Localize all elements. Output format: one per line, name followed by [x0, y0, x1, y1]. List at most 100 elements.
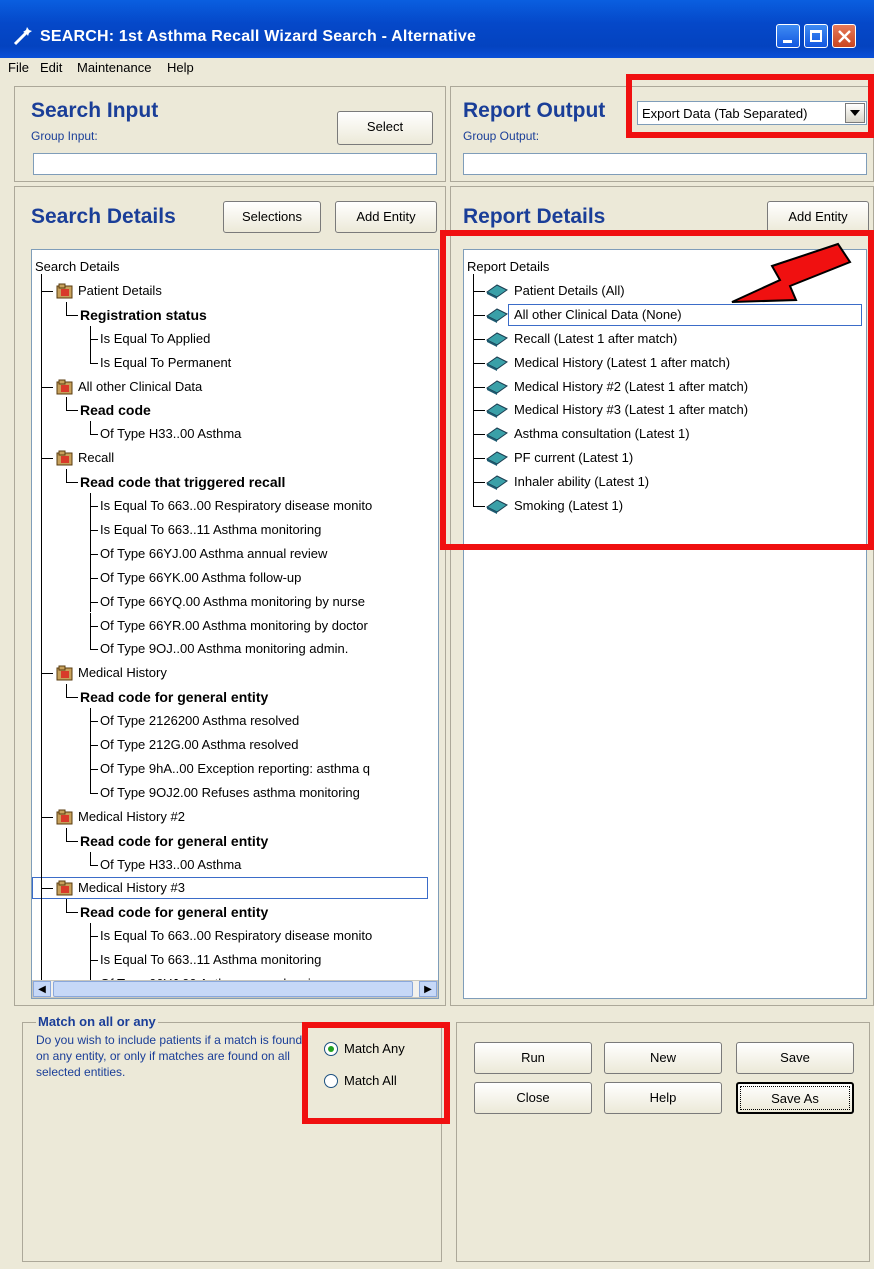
tree-connector: [66, 397, 67, 411]
tree-connector: [90, 434, 98, 436]
selections-button[interactable]: Selections: [223, 201, 321, 233]
tree-connector: [66, 469, 67, 483]
tree-connector: [66, 314, 78, 316]
tree-connector: [90, 577, 98, 579]
tree-entity-label[interactable]: Medical History #2: [78, 806, 185, 828]
entity-folder-icon: [56, 665, 74, 681]
group-input-field[interactable]: [33, 153, 437, 175]
tree-connector: [90, 960, 98, 962]
minimize-button[interactable]: [776, 24, 800, 48]
tree-criterion-label: Registration status: [80, 306, 207, 323]
menu-maintenance[interactable]: Maintenance: [77, 60, 151, 75]
scroll-left-button[interactable]: ◀: [33, 981, 51, 997]
close-window-button[interactable]: [832, 24, 856, 48]
scroll-thumb[interactable]: [53, 981, 413, 997]
match-highlight-box: [302, 1022, 450, 1124]
search-details-heading: Search Details: [31, 205, 176, 228]
tree-connector: [90, 516, 91, 541]
save-button[interactable]: Save: [736, 1042, 854, 1074]
search-input-panel: Search Input Group Input: Select: [14, 86, 446, 182]
tree-condition-label: Of Type 66YQ.00 Asthma monitoring by nur…: [100, 593, 365, 609]
tree-condition-label: Of Type 66YJ.00 Asthma annual review: [100, 545, 328, 561]
tree-condition-label: Is Equal To Permanent: [100, 354, 232, 370]
tree-connector: [90, 349, 91, 363]
tree-condition-label: Is Equal To Applied: [100, 330, 211, 346]
tree-condition-label: Is Equal To 663..11 Asthma monitoring: [100, 521, 322, 537]
add-entity-button[interactable]: Add Entity: [335, 201, 437, 233]
selected-row-outline: [32, 877, 428, 900]
horizontal-scrollbar[interactable]: ◀ ▶: [32, 980, 438, 998]
menu-edit[interactable]: Edit: [40, 60, 62, 75]
group-output-label: Group Output:: [463, 129, 540, 143]
tree-connector: [90, 721, 98, 723]
tree-connector: [66, 899, 67, 913]
tree-connector: [90, 612, 91, 637]
tree-connector: [90, 493, 91, 517]
tree-connector: [66, 684, 67, 698]
group-input-label: Group Input:: [31, 129, 98, 143]
tree-connector: [66, 827, 67, 841]
tree-criterion-label: Read code for general entity: [80, 904, 269, 921]
entity-folder-icon: [56, 809, 74, 825]
tree-connector: [90, 755, 91, 780]
tree-connector: [90, 768, 98, 770]
new-button[interactable]: New: [604, 1042, 722, 1074]
save-as-button[interactable]: Save As: [736, 1082, 854, 1114]
tree-connector: [90, 362, 98, 364]
search-details-panel: Search Details Selections Add Entity Sea…: [14, 186, 446, 1006]
tree-connector: [90, 649, 98, 651]
export-highlight-box: [626, 74, 874, 138]
scroll-right-button[interactable]: ▶: [419, 981, 437, 997]
tree-entity-label[interactable]: Recall: [78, 447, 114, 469]
tree-connector: [90, 636, 91, 650]
menu-help[interactable]: Help: [167, 60, 194, 75]
tree-condition-label: Is Equal To 663..00 Respiratory disease …: [100, 498, 373, 513]
help-button[interactable]: Help: [604, 1082, 722, 1114]
tree-connector: [66, 840, 78, 842]
select-button[interactable]: Select: [337, 111, 433, 145]
tree-connector: [66, 301, 67, 315]
tree-connector: [90, 601, 98, 603]
close-button[interactable]: Close: [474, 1082, 592, 1114]
tree-trunk: [41, 274, 42, 998]
tree-connector: [41, 386, 53, 388]
tree-connector: [41, 816, 53, 818]
wand-icon: [13, 27, 32, 46]
search-details-tree[interactable]: Search Details Patient Details Registratio…: [31, 249, 439, 999]
tree-condition-label: Of Type 9OJ2.00 Refuses asthma monitorin…: [100, 784, 360, 800]
tree-connector: [66, 410, 78, 412]
tree-connector: [90, 564, 91, 589]
tree-condition-label: Of Type 9hA..00 Exception reporting: ast…: [100, 760, 371, 776]
tree-condition-label: Is Equal To 663..00 Respiratory disease …: [100, 928, 373, 944]
run-button[interactable]: Run: [474, 1042, 592, 1074]
tree-condition-label: Of Type H33..00 Asthma: [100, 426, 242, 442]
close-icon: [838, 30, 851, 43]
tree-entity-label[interactable]: Patient Details: [78, 280, 162, 302]
tree-connector: [66, 912, 78, 914]
tree-connector: [90, 745, 98, 746]
tree-connector: [90, 947, 91, 971]
tree-connector: [41, 290, 53, 292]
tree-entity-label[interactable]: All other Clinical Data: [78, 376, 202, 398]
tree-connector: [90, 325, 91, 350]
match-heading: Match on all or any: [36, 1014, 158, 1029]
tree-connector: [41, 673, 53, 675]
maximize-button[interactable]: [804, 24, 828, 48]
tree-connector: [90, 851, 91, 865]
tree-condition-label: Of Type 66YK.00 Asthma follow-up: [100, 569, 302, 585]
report-details-heading: Report Details: [463, 205, 606, 228]
match-description: Do you wish to include patients if a mat…: [36, 1033, 303, 1079]
tree-entity-label[interactable]: Medical History: [78, 662, 167, 684]
tree-connector: [66, 697, 78, 699]
group-output-field[interactable]: [463, 153, 867, 175]
title-bar: SEARCH: 1st Asthma Recall Wizard Search …: [0, 0, 874, 58]
tree-connector: [90, 625, 98, 627]
add-entity-report-button[interactable]: Add Entity: [767, 201, 869, 233]
tree-connector: [90, 588, 91, 613]
tree-connector: [66, 482, 78, 484]
tree-connector: [90, 553, 98, 555]
window-title: SEARCH: 1st Asthma Recall Wizard Search …: [40, 28, 477, 45]
entity-folder-icon: [56, 450, 74, 466]
menu-file[interactable]: File: [8, 60, 29, 75]
report-output-heading: Report Output: [463, 99, 606, 122]
